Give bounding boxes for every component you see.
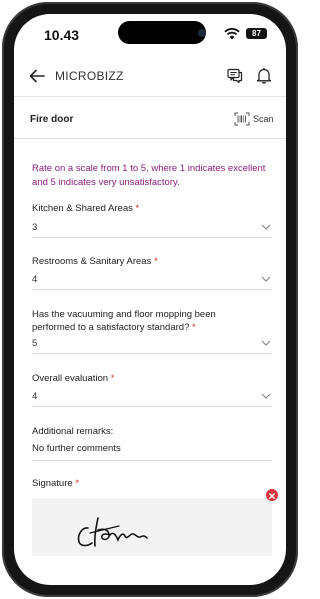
required-marker: * <box>192 322 196 333</box>
item-title: Fire door <box>30 114 74 125</box>
chevron-down-icon <box>261 224 271 230</box>
field-label-restrooms: Restrooms & Sanitary Areas * <box>32 255 252 268</box>
header-divider <box>14 138 286 139</box>
signature-drawing <box>77 517 148 547</box>
field-label-text: Kitchen & Shared Areas <box>32 203 133 214</box>
scan-label: Scan <box>253 114 274 124</box>
chevron-down-icon <box>261 276 271 282</box>
close-icon <box>269 493 275 499</box>
remarks-input[interactable]: No further comments <box>32 443 121 454</box>
field-label-text: Overall evaluation <box>32 373 109 384</box>
phone-frame: 10.43 87 MICROBIZZ Fire door Scan Rate o… <box>2 2 298 597</box>
vacuuming-value: 5 <box>32 338 38 349</box>
bell-icon[interactable] <box>256 67 272 84</box>
status-bar: 10.43 87 <box>14 14 286 52</box>
status-time: 10.43 <box>44 27 80 43</box>
back-arrow-icon[interactable] <box>28 67 46 85</box>
overall-value: 4 <box>32 391 38 402</box>
signature-label: Signature * <box>32 477 79 490</box>
field-underline <box>32 460 272 461</box>
barcode-scan-icon <box>234 112 250 126</box>
field-underline <box>32 289 272 290</box>
rating-hint: Rate on a scale from 1 to 5, where 1 ind… <box>32 163 266 188</box>
field-label-kitchen: Kitchen & Shared Areas * <box>32 202 252 215</box>
app-bar-divider <box>14 96 286 97</box>
remarks-label: Additional remarks: <box>32 426 114 437</box>
delete-icon[interactable] <box>266 489 278 501</box>
chat-icon[interactable] <box>227 68 243 84</box>
chevron-down-icon <box>261 340 271 346</box>
required-marker: * <box>135 203 140 214</box>
restrooms-value: 4 <box>32 274 38 285</box>
field-label-vacuuming: Has the vacuuming and floor mopping been… <box>32 308 257 334</box>
app-bar: MICROBIZZ <box>14 58 286 94</box>
chevron-down-icon <box>261 393 271 399</box>
battery-indicator: 87 <box>246 28 267 39</box>
signature-label-text: Signature <box>32 478 73 489</box>
field-underline <box>32 406 272 407</box>
required-marker: * <box>153 256 158 267</box>
app-title: MICROBIZZ <box>55 69 124 83</box>
required-marker: * <box>110 373 115 384</box>
field-label-text: Restrooms & Sanitary Areas <box>32 256 152 267</box>
screen: 10.43 87 MICROBIZZ Fire door Scan Rate o… <box>14 14 286 585</box>
required-marker: * <box>75 478 80 489</box>
wifi-icon <box>224 28 240 40</box>
field-label-text: Has the vacuuming and floor mopping been… <box>32 309 216 333</box>
field-underline <box>32 353 272 354</box>
field-label-overall: Overall evaluation * <box>32 372 252 385</box>
field-underline <box>32 237 272 238</box>
kitchen-value: 3 <box>32 222 38 233</box>
